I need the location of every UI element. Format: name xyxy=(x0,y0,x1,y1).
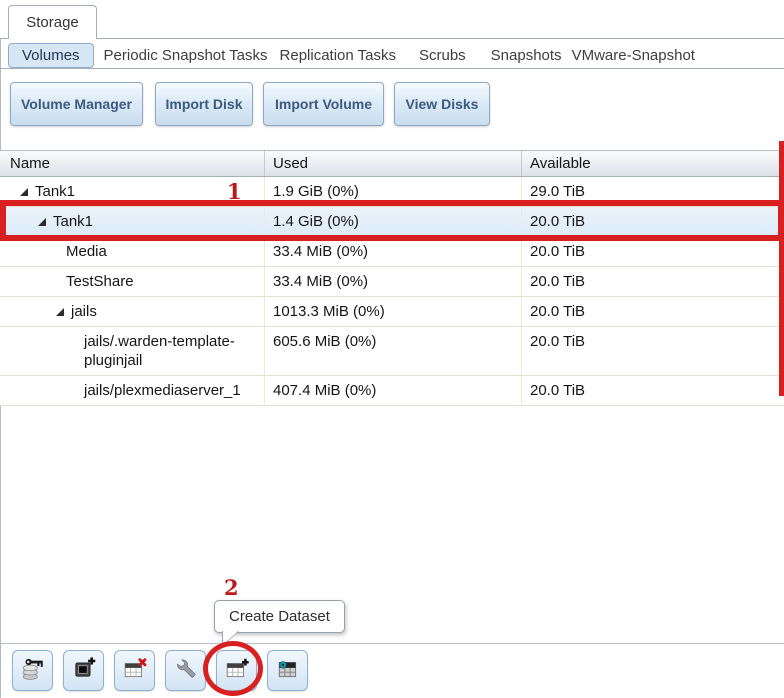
subtab-strip-line xyxy=(0,68,784,69)
dataset-name-cell: jails xyxy=(0,297,265,326)
used-cell: 1.9 GiB (0%) xyxy=(265,177,522,206)
available-cell: 20.0 TiB xyxy=(522,267,784,296)
dataset-name: Tank1 xyxy=(53,213,93,230)
wrench-icon xyxy=(173,656,199,685)
dataset-name-cell: Media xyxy=(0,237,265,266)
subtab-volumes[interactable]: Volumes xyxy=(8,43,94,68)
column-header-used[interactable]: Used xyxy=(265,151,522,176)
tree-expander-icon[interactable] xyxy=(38,218,46,226)
used-cell: 605.6 MiB (0%) xyxy=(265,327,522,375)
action-button-bar: Volume Manager Import Disk Import Volume… xyxy=(0,81,784,127)
dataset-name-cell: jails/plexmediaserver_1 xyxy=(0,376,265,405)
dataset-icon-toolbar xyxy=(12,650,308,691)
create-dataset-icon xyxy=(224,656,250,685)
dataset-name-cell: TestShare xyxy=(0,267,265,296)
used-cell: 407.4 MiB (0%) xyxy=(265,376,522,405)
dataset-name: Tank1 xyxy=(35,183,75,200)
table-row[interactable]: Media 33.4 MiB (0%)20.0 TiB xyxy=(0,237,784,267)
dataset-name-cell: Tank1 xyxy=(0,177,265,206)
used-cell: 1013.3 MiB (0%) xyxy=(265,297,522,326)
volume-manager-button[interactable]: Volume Manager xyxy=(10,82,143,126)
available-cell: 20.0 TiB xyxy=(522,237,784,266)
dataset-name: jails xyxy=(71,303,97,320)
dataset-name: Media xyxy=(66,243,107,260)
available-cell: 20.0 TiB xyxy=(522,327,784,375)
create-dataset-tooltip: Create Dataset xyxy=(214,600,345,633)
used-cell: 1.4 GiB (0%) xyxy=(265,207,522,236)
subtab-periodic-snapshot-tasks[interactable]: Periodic Snapshot Tasks xyxy=(104,47,268,64)
create-snapshot-button[interactable] xyxy=(267,650,308,691)
tree-expander-icon[interactable] xyxy=(20,188,28,196)
change-permissions-icon xyxy=(20,656,46,685)
available-cell: 20.0 TiB xyxy=(522,207,784,236)
dataset-name-cell: jails/.warden-template-pluginjail xyxy=(0,327,265,375)
dataset-name: jails/.warden-template-pluginjail xyxy=(84,333,235,369)
table-row[interactable]: TestShare 33.4 MiB (0%)20.0 TiB xyxy=(0,267,784,297)
volume-table-body: Tank1 1.9 GiB (0%)29.0 TiB Tank1 1.4 GiB (0… xyxy=(0,177,784,406)
available-cell: 20.0 TiB xyxy=(522,297,784,326)
create-dataset-button[interactable] xyxy=(216,650,257,691)
change-permissions-button[interactable] xyxy=(12,650,53,691)
subtab-replication-tasks[interactable]: Replication Tasks xyxy=(280,47,396,64)
create-snapshot-icon xyxy=(275,656,301,685)
create-zvol-icon xyxy=(71,656,97,685)
column-header-available[interactable]: Available xyxy=(522,151,784,176)
dataset-name: jails/plexmediaserver_1 xyxy=(84,382,241,399)
edit-options-button[interactable] xyxy=(165,650,206,691)
table-row[interactable]: jails/.warden-template-pluginjail 605.6 M… xyxy=(0,327,784,376)
table-row[interactable]: jails/plexmediaserver_1 407.4 MiB (0%)20.… xyxy=(0,376,784,406)
available-cell: 29.0 TiB xyxy=(522,177,784,206)
subtab-snapshots[interactable]: Snapshots xyxy=(491,47,562,64)
annotation-step-2: 2 xyxy=(224,577,239,598)
view-disks-button[interactable]: View Disks xyxy=(394,82,490,126)
tab-storage[interactable]: Storage xyxy=(8,5,97,39)
available-cell: 20.0 TiB xyxy=(522,376,784,405)
create-zvol-button[interactable] xyxy=(63,650,104,691)
table-row[interactable]: Tank1 1.4 GiB (0%)20.0 TiB xyxy=(0,207,784,237)
destroy-dataset-button[interactable] xyxy=(114,650,155,691)
import-disk-button[interactable]: Import Disk xyxy=(155,82,253,126)
subtab-vmware-snapshot[interactable]: VMware-Snapshot xyxy=(572,47,695,64)
table-row[interactable]: Tank1 1.9 GiB (0%)29.0 TiB xyxy=(0,177,784,207)
storage-page: Storage Volumes Periodic Snapshot Tasks … xyxy=(0,0,784,698)
used-cell: 33.4 MiB (0%) xyxy=(265,267,522,296)
dataset-name-cell: Tank1 xyxy=(0,207,265,236)
column-header-name[interactable]: Name xyxy=(0,151,265,176)
tooltip-text: Create Dataset xyxy=(229,608,330,625)
volumes-tree-grid: Name Used Available Tank1 1.9 GiB (0%)29.… xyxy=(0,150,784,406)
table-header: Name Used Available xyxy=(0,150,784,177)
used-cell: 33.4 MiB (0%) xyxy=(265,237,522,266)
subtab-scrubs[interactable]: Scrubs xyxy=(419,47,466,64)
destroy-dataset-icon xyxy=(122,656,148,685)
table-row[interactable]: jails 1013.3 MiB (0%)20.0 TiB xyxy=(0,297,784,327)
dataset-name: TestShare xyxy=(66,273,134,290)
subtab-bar: Volumes Periodic Snapshot Tasks Replicat… xyxy=(8,42,784,68)
tab-strip-line xyxy=(0,38,784,39)
toolbar-divider xyxy=(0,643,784,644)
tree-expander-icon[interactable] xyxy=(56,308,64,316)
import-volume-button[interactable]: Import Volume xyxy=(263,82,384,126)
